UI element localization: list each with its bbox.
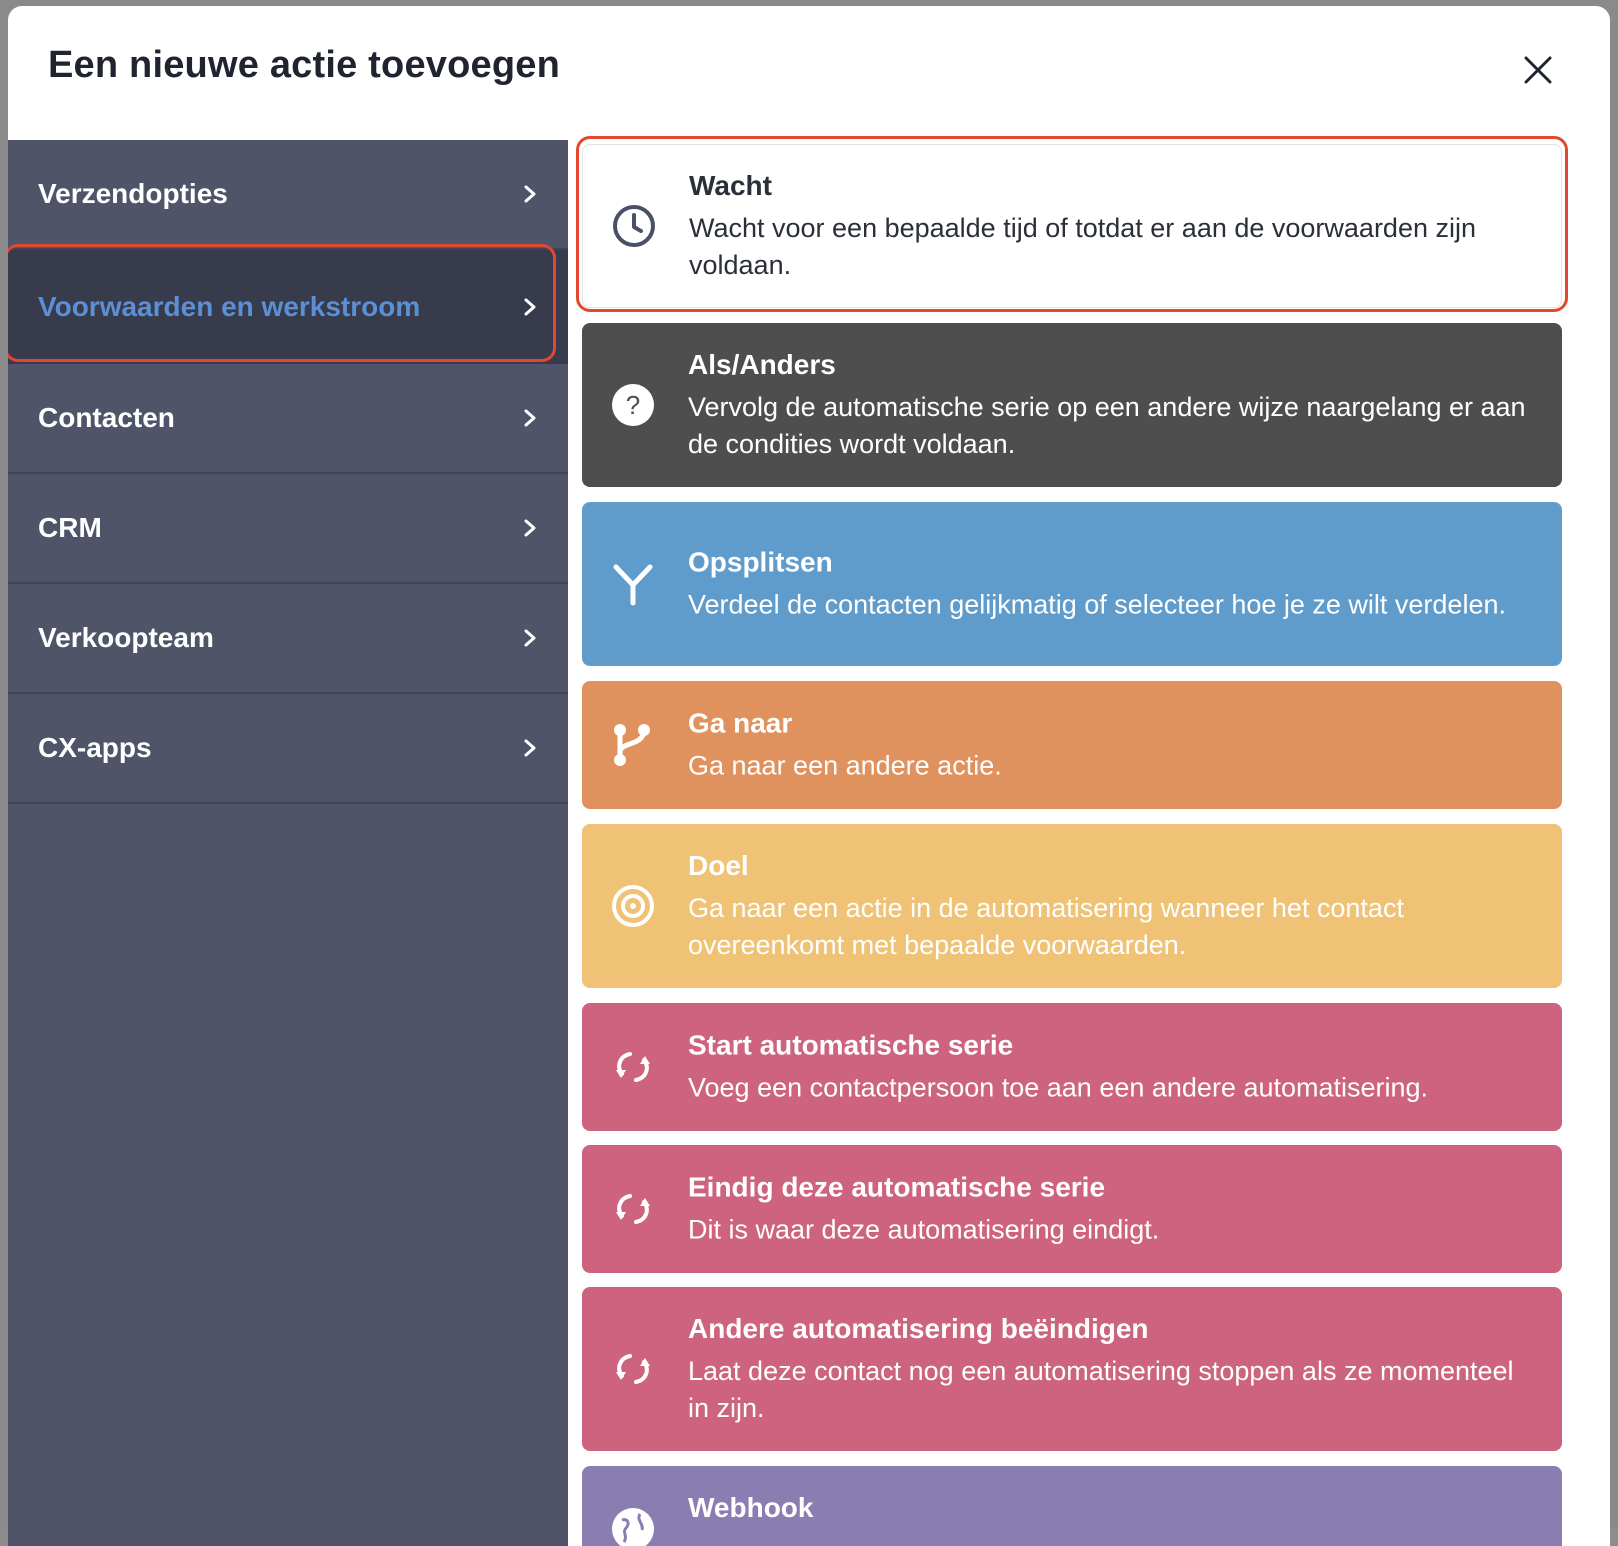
modal-header: Een nieuwe actie toevoegen <box>8 6 1610 140</box>
action-card-text: Wacht Wacht voor een bepaalde tijd of to… <box>689 168 1531 284</box>
action-title: Eindig deze automatische serie <box>688 1171 1106 1203</box>
action-title: Webhook <box>688 1492 814 1523</box>
action-card-text: Andere automatisering beëindigen Laat de… <box>688 1311 1532 1427</box>
action-description: Verdeel de contacten gelijkmatig of sele… <box>688 589 1506 620</box>
chevron-right-icon <box>524 519 536 537</box>
sidebar-item-label: Verzendopties <box>38 178 228 209</box>
svg-text:?: ? <box>626 390 640 420</box>
action-card-text: Start automatische serie Voeg een contac… <box>688 1028 1532 1107</box>
sidebar-item-label: Voorwaarden en werkstroom <box>38 291 421 322</box>
question-icon: ? <box>612 384 654 426</box>
sidebar-item-verzendopties[interactable]: Verzendopties <box>8 140 568 250</box>
action-card-eindig-automatische-serie[interactable]: Eindig deze automatische serie Dit is wa… <box>582 1145 1562 1273</box>
action-title: Start automatische serie <box>688 1029 1014 1061</box>
chevron-right-icon <box>524 185 536 203</box>
action-title: Doel <box>688 850 749 881</box>
action-description: Ga naar een actie in de automatisering w… <box>688 893 1404 960</box>
sync-icon <box>616 1194 650 1224</box>
action-title: Andere automatisering beëindigen <box>688 1313 1149 1344</box>
action-description: Dit is waar deze automatisering eindigt. <box>688 1214 1160 1245</box>
chevron-right-icon <box>524 629 536 647</box>
globe-icon <box>612 1508 654 1546</box>
action-title: Wacht <box>689 170 772 201</box>
action-card-ga-naar[interactable]: Ga naar Ga naar een andere actie. <box>582 681 1562 809</box>
target-icon <box>612 885 654 927</box>
add-action-modal: Een nieuwe actie toevoegen Verzendopties… <box>8 6 1610 1546</box>
split-icon <box>613 564 653 606</box>
action-description: Ga naar een andere actie. <box>688 750 1002 781</box>
sync-icon <box>616 1052 650 1082</box>
action-card-text: Webhook <box>688 1490 813 1532</box>
branch-icon <box>614 724 650 766</box>
sidebar-item-label: CX-apps <box>38 732 152 763</box>
close-icon <box>1524 56 1552 84</box>
sidebar-item-crm[interactable]: CRM <box>8 474 568 584</box>
action-card-opsplitsen[interactable]: Opsplitsen Verdeel de contacten gelijkma… <box>582 502 1562 666</box>
action-description: Laat deze contact nog een automatisering… <box>688 1356 1514 1423</box>
action-card-webhook[interactable]: Webhook <box>582 1466 1562 1546</box>
close-button[interactable] <box>1518 50 1558 90</box>
sidebar-item-verkoopteam[interactable]: Verkoopteam <box>8 584 568 694</box>
action-description: Vervolg de automatische serie op een and… <box>688 392 1526 459</box>
clock-icon <box>613 205 655 247</box>
action-card-doel[interactable]: Doel Ga naar een actie in de automatiser… <box>582 824 1562 988</box>
action-card-andere-automatisering-beeindigen[interactable]: Andere automatisering beëindigen Laat de… <box>582 1287 1562 1451</box>
modal-title: Een nieuwe actie toevoegen <box>48 44 561 86</box>
action-card-text: Eindig deze automatische serie Dit is wa… <box>688 1170 1532 1249</box>
action-card-text: Doel Ga naar een actie in de automatiser… <box>688 848 1532 964</box>
chevron-right-icon <box>524 739 536 757</box>
sidebar-item-contacten[interactable]: Contacten <box>8 364 568 474</box>
action-card-text: Ga naar Ga naar een andere actie. <box>688 706 1532 785</box>
sidebar-item-label: CRM <box>38 512 102 543</box>
action-card-start-automatische-serie[interactable]: Start automatische serie Voeg een contac… <box>582 1003 1562 1131</box>
action-card-text: Als/Anders Vervolg de automatische serie… <box>688 347 1532 463</box>
sidebar-item-label: Verkoopteam <box>38 622 214 653</box>
action-card-als-anders[interactable]: ? Als/Anders Vervolg de automatische ser… <box>582 323 1562 487</box>
action-card-text: Opsplitsen Verdeel de contacten gelijkma… <box>688 545 1532 624</box>
chevron-right-icon <box>524 409 536 427</box>
sidebar-item-cx-apps[interactable]: CX-apps <box>8 694 568 804</box>
chevron-right-icon <box>524 298 536 316</box>
action-card-wacht[interactable]: Wacht Wacht voor een bepaalde tijd of to… <box>582 144 1562 308</box>
action-description: Wacht voor een bepaalde tijd of totdat e… <box>689 213 1476 280</box>
sync-icon <box>616 1354 650 1384</box>
category-sidebar: Verzendopties Voorwaarden en werkstroom … <box>8 140 568 1546</box>
action-title: Opsplitsen <box>688 546 833 578</box>
action-title: Ga naar <box>688 707 793 739</box>
action-description: Voeg een contactpersoon toe aan een ande… <box>688 1072 1429 1103</box>
sidebar-item-voorwaarden-en-werkstroom[interactable]: Voorwaarden en werkstroom <box>8 250 568 364</box>
sidebar-item-label: Contacten <box>38 402 175 433</box>
action-list: Wacht Wacht voor een bepaalde tijd of to… <box>568 136 1610 1546</box>
action-title: Als/Anders <box>688 349 836 380</box>
